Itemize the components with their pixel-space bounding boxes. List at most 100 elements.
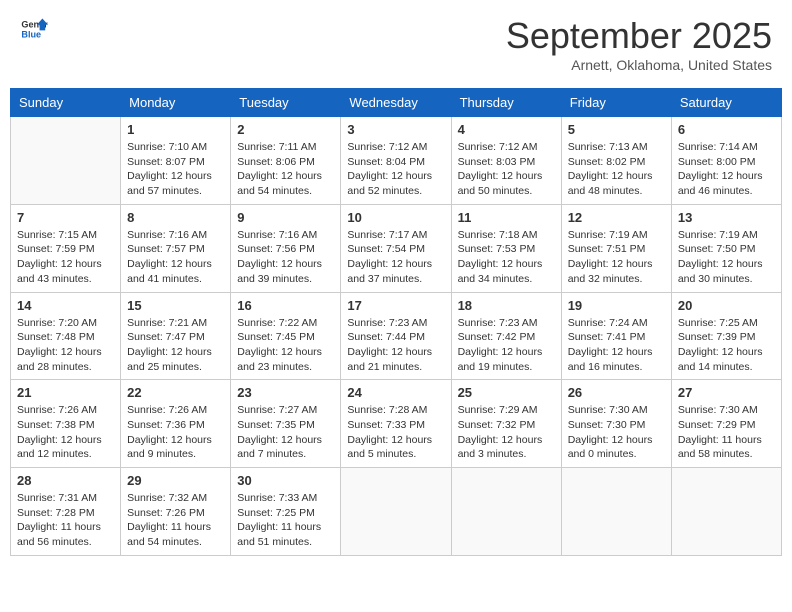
header-saturday: Saturday xyxy=(671,89,781,117)
day-info: Sunrise: 7:12 AM Sunset: 8:04 PM Dayligh… xyxy=(347,140,444,199)
logo: General Blue xyxy=(20,15,48,43)
header-monday: Monday xyxy=(121,89,231,117)
day-number: 27 xyxy=(678,385,775,400)
table-row: 5Sunrise: 7:13 AM Sunset: 8:02 PM Daylig… xyxy=(561,117,671,205)
table-row: 9 Sunrise: 7:16 AM Sunset: 7:56 PM Daylig… xyxy=(231,204,341,292)
table-row: 13 Sunrise: 7:19 AM Sunset: 7:50 PM Dayli… xyxy=(671,204,781,292)
table-row: 11 Sunrise: 7:18 AM Sunset: 7:53 PM Dayli… xyxy=(451,204,561,292)
calendar-week-row: 28Sunrise: 7:31 AM Sunset: 7:28 PM Dayli… xyxy=(11,468,782,556)
day-info: Sunrise: 7:17 AM Sunset: 7:54 PM Dayligh… xyxy=(347,228,444,287)
day-number: 11 xyxy=(458,210,555,225)
table-row: 22 Sunrise: 7:26 AM Sunset: 7:36 PM Dayli… xyxy=(121,380,231,468)
table-row: 27 Sunrise: 7:30 AM Sunset: 7:29 PM Dayli… xyxy=(671,380,781,468)
table-row: 20 Sunrise: 7:25 AM Sunset: 7:39 PM Dayli… xyxy=(671,292,781,380)
logo-icon: General Blue xyxy=(20,15,48,43)
day-number: 15 xyxy=(127,298,224,313)
day-info: Sunrise: 7:12 AM Sunset: 8:03 PM Dayligh… xyxy=(458,140,555,199)
day-info: Sunrise: 7:24 AM Sunset: 7:41 PM Dayligh… xyxy=(568,316,665,375)
table-row: 1 Sunrise: 7:10 AM Sunset: 8:07 PM Daylig… xyxy=(121,117,231,205)
table-row xyxy=(451,468,561,556)
day-info: Sunrise: 7:33 AM Sunset: 7:25 PM Dayligh… xyxy=(237,491,334,550)
day-number: 18 xyxy=(458,298,555,313)
table-row: 10Sunrise: 7:17 AM Sunset: 7:54 PM Dayli… xyxy=(341,204,451,292)
day-info: Sunrise: 7:27 AM Sunset: 7:35 PM Dayligh… xyxy=(237,403,334,462)
day-number: 7 xyxy=(17,210,114,225)
day-info: Sunrise: 7:30 AM Sunset: 7:30 PM Dayligh… xyxy=(568,403,665,462)
day-number: 16 xyxy=(237,298,334,313)
table-row: 8Sunrise: 7:16 AM Sunset: 7:57 PM Daylig… xyxy=(121,204,231,292)
table-row: 23Sunrise: 7:27 AM Sunset: 7:35 PM Dayli… xyxy=(231,380,341,468)
day-info: Sunrise: 7:25 AM Sunset: 7:39 PM Dayligh… xyxy=(678,316,775,375)
header-friday: Friday xyxy=(561,89,671,117)
table-row: 7 Sunrise: 7:15 AM Sunset: 7:59 PM Daylig… xyxy=(11,204,121,292)
day-info: Sunrise: 7:10 AM Sunset: 8:07 PM Dayligh… xyxy=(127,140,224,199)
calendar-week-row: 14 Sunrise: 7:20 AM Sunset: 7:48 PM Dayli… xyxy=(11,292,782,380)
day-number: 4 xyxy=(458,122,555,137)
day-number: 17 xyxy=(347,298,444,313)
day-number: 2 xyxy=(237,122,334,137)
day-number: 3 xyxy=(347,122,444,137)
day-info: Sunrise: 7:32 AM Sunset: 7:26 PM Dayligh… xyxy=(127,491,224,550)
day-info: Sunrise: 7:18 AM Sunset: 7:53 PM Dayligh… xyxy=(458,228,555,287)
day-info: Sunrise: 7:29 AM Sunset: 7:32 PM Dayligh… xyxy=(458,403,555,462)
table-row xyxy=(671,468,781,556)
day-info: Sunrise: 7:23 AM Sunset: 7:42 PM Dayligh… xyxy=(458,316,555,375)
day-info: Sunrise: 7:26 AM Sunset: 7:38 PM Dayligh… xyxy=(17,403,114,462)
table-row: 26 Sunrise: 7:30 AM Sunset: 7:30 PM Dayli… xyxy=(561,380,671,468)
header-tuesday: Tuesday xyxy=(231,89,341,117)
table-row: 2 Sunrise: 7:11 AM Sunset: 8:06 PM Daylig… xyxy=(231,117,341,205)
table-row: 28Sunrise: 7:31 AM Sunset: 7:28 PM Dayli… xyxy=(11,468,121,556)
day-number: 22 xyxy=(127,385,224,400)
calendar-table: Sunday Monday Tuesday Wednesday Thursday… xyxy=(10,88,782,556)
day-number: 19 xyxy=(568,298,665,313)
day-info: Sunrise: 7:20 AM Sunset: 7:48 PM Dayligh… xyxy=(17,316,114,375)
calendar-week-row: 1 Sunrise: 7:10 AM Sunset: 8:07 PM Daylig… xyxy=(11,117,782,205)
day-info: Sunrise: 7:28 AM Sunset: 7:33 PM Dayligh… xyxy=(347,403,444,462)
table-row: 25 Sunrise: 7:29 AM Sunset: 7:32 PM Dayli… xyxy=(451,380,561,468)
header-thursday: Thursday xyxy=(451,89,561,117)
table-row: 18 Sunrise: 7:23 AM Sunset: 7:42 PM Dayli… xyxy=(451,292,561,380)
day-number: 24 xyxy=(347,385,444,400)
day-info: Sunrise: 7:23 AM Sunset: 7:44 PM Dayligh… xyxy=(347,316,444,375)
day-info: Sunrise: 7:15 AM Sunset: 7:59 PM Dayligh… xyxy=(17,228,114,287)
day-info: Sunrise: 7:26 AM Sunset: 7:36 PM Dayligh… xyxy=(127,403,224,462)
day-info: Sunrise: 7:19 AM Sunset: 7:50 PM Dayligh… xyxy=(678,228,775,287)
table-row: 21Sunrise: 7:26 AM Sunset: 7:38 PM Dayli… xyxy=(11,380,121,468)
table-row xyxy=(11,117,121,205)
table-row: 3 Sunrise: 7:12 AM Sunset: 8:04 PM Daylig… xyxy=(341,117,451,205)
day-info: Sunrise: 7:22 AM Sunset: 7:45 PM Dayligh… xyxy=(237,316,334,375)
header-wednesday: Wednesday xyxy=(341,89,451,117)
table-row: 12 Sunrise: 7:19 AM Sunset: 7:51 PM Dayli… xyxy=(561,204,671,292)
table-row: 29Sunrise: 7:32 AM Sunset: 7:26 PM Dayli… xyxy=(121,468,231,556)
table-row: 6Sunrise: 7:14 AM Sunset: 8:00 PM Daylig… xyxy=(671,117,781,205)
day-info: Sunrise: 7:21 AM Sunset: 7:47 PM Dayligh… xyxy=(127,316,224,375)
header-sunday: Sunday xyxy=(11,89,121,117)
day-number: 12 xyxy=(568,210,665,225)
day-info: Sunrise: 7:31 AM Sunset: 7:28 PM Dayligh… xyxy=(17,491,114,550)
table-row: 15 Sunrise: 7:21 AM Sunset: 7:47 PM Dayli… xyxy=(121,292,231,380)
day-number: 26 xyxy=(568,385,665,400)
table-row: 24 Sunrise: 7:28 AM Sunset: 7:33 PM Dayli… xyxy=(341,380,451,468)
table-row: 30Sunrise: 7:33 AM Sunset: 7:25 PM Dayli… xyxy=(231,468,341,556)
day-info: Sunrise: 7:16 AM Sunset: 7:56 PM Dayligh… xyxy=(237,228,334,287)
table-row: 14 Sunrise: 7:20 AM Sunset: 7:48 PM Dayli… xyxy=(11,292,121,380)
table-row xyxy=(341,468,451,556)
table-row xyxy=(561,468,671,556)
day-number: 25 xyxy=(458,385,555,400)
calendar-title: September 2025 xyxy=(506,15,772,57)
calendar-subtitle: Arnett, Oklahoma, United States xyxy=(506,57,772,73)
day-info: Sunrise: 7:11 AM Sunset: 8:06 PM Dayligh… xyxy=(237,140,334,199)
day-number: 8 xyxy=(127,210,224,225)
table-row: 19 Sunrise: 7:24 AM Sunset: 7:41 PM Dayli… xyxy=(561,292,671,380)
day-number: 1 xyxy=(127,122,224,137)
day-info: Sunrise: 7:30 AM Sunset: 7:29 PM Dayligh… xyxy=(678,403,775,462)
svg-text:Blue: Blue xyxy=(21,29,41,39)
header: General Blue September 2025 Arnett, Okla… xyxy=(10,10,782,78)
day-number: 13 xyxy=(678,210,775,225)
day-number: 20 xyxy=(678,298,775,313)
day-number: 9 xyxy=(237,210,334,225)
calendar-week-row: 21Sunrise: 7:26 AM Sunset: 7:38 PM Dayli… xyxy=(11,380,782,468)
table-row: 17 Sunrise: 7:23 AM Sunset: 7:44 PM Dayli… xyxy=(341,292,451,380)
day-info: Sunrise: 7:19 AM Sunset: 7:51 PM Dayligh… xyxy=(568,228,665,287)
day-number: 14 xyxy=(17,298,114,313)
